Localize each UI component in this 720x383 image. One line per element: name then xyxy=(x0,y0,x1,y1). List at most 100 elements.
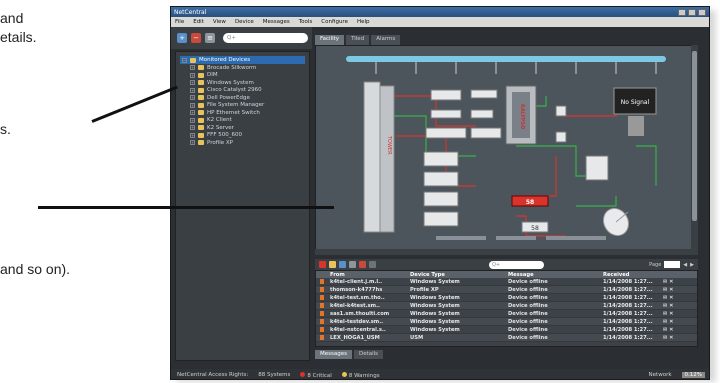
tree-item[interactable]: + DIM xyxy=(190,72,305,80)
facility-canvas[interactable]: TOWER KALYPSO No Signal 58 58 xyxy=(315,45,698,255)
row-actions[interactable]: ✉ ✕ xyxy=(663,311,697,317)
info-filter-icon[interactable] xyxy=(339,261,346,268)
column-message[interactable]: Message xyxy=(508,272,603,278)
column-device-type[interactable]: Device Type xyxy=(410,272,508,278)
row-actions[interactable]: ✉ ✕ xyxy=(663,335,697,341)
tab-alarms[interactable]: Alarms xyxy=(371,35,401,45)
kalypso-label: KALYPSO xyxy=(519,104,525,129)
tree-item[interactable]: + Profile XP xyxy=(190,139,305,147)
row-actions[interactable]: ✉ ✕ xyxy=(663,295,697,301)
minimize-icon[interactable] xyxy=(678,8,686,16)
netcentral-window: NetCentral File Edit View Device Message… xyxy=(170,6,710,380)
tree-item-label: K2 Client xyxy=(207,117,232,124)
tree-item[interactable]: + HP Ethernet Switch xyxy=(190,109,305,117)
cell-device-type: USM xyxy=(410,334,424,341)
device-search-input[interactable]: Q+ xyxy=(223,33,308,43)
folder-icon xyxy=(198,72,204,78)
row-actions[interactable]: ✉ ✕ xyxy=(663,303,697,309)
folder-icon xyxy=(198,102,204,108)
tree-item[interactable]: + Windows System xyxy=(190,79,305,87)
table-row[interactable]: k4tel-client.j.m.l.. Windows System Device… xyxy=(316,278,697,286)
cell-message: Device offline xyxy=(508,318,548,325)
prev-page-icon[interactable]: ◀ xyxy=(683,262,687,268)
warning-icon xyxy=(341,371,347,377)
menu-configure[interactable]: Configure xyxy=(321,19,348,25)
column-from[interactable]: From xyxy=(330,272,410,278)
expand-icon[interactable]: + xyxy=(190,117,195,123)
expand-icon[interactable]: + xyxy=(190,80,195,86)
remove-device-icon[interactable]: − xyxy=(191,33,201,43)
scroll-thumb[interactable] xyxy=(692,51,697,221)
row-actions[interactable]: ✉ ✕ xyxy=(663,279,697,285)
window-controls xyxy=(678,8,706,16)
warning-filter-icon[interactable] xyxy=(329,261,336,268)
warning-flag-icon xyxy=(320,295,324,300)
menu-device[interactable]: Device xyxy=(235,19,254,25)
table-row[interactable]: k4tel-nstcentral.s.. Windows System Device… xyxy=(316,326,697,334)
expand-icon[interactable]: + xyxy=(190,132,195,138)
menu-tools[interactable]: Tools xyxy=(299,19,313,25)
delete-message-icon[interactable] xyxy=(359,261,366,268)
menu-messages[interactable]: Messages xyxy=(263,19,290,25)
tree-item[interactable]: + Brocade Silkworm xyxy=(190,64,305,72)
tower-label: TOWER xyxy=(386,135,392,155)
tree-item[interactable]: + K2 Server xyxy=(190,124,305,132)
table-row[interactable]: k4tel-test.sm.tho.. Windows System Device … xyxy=(316,294,697,302)
expand-icon[interactable]: + xyxy=(190,72,195,78)
warnings-count[interactable]: 8 Warnings xyxy=(341,371,380,379)
export-icon[interactable] xyxy=(369,261,376,268)
tree-item[interactable]: + Cisco Catalyst 2960 xyxy=(190,87,305,95)
access-rights-label: NetCentral Access Rights: xyxy=(177,372,249,378)
close-icon[interactable] xyxy=(698,8,706,16)
row-actions[interactable]: ✉ ✕ xyxy=(663,327,697,333)
tree-item[interactable]: + Dell PowerEdge xyxy=(190,94,305,102)
canvas-vertical-scrollbar[interactable] xyxy=(691,45,698,249)
critical-filter-icon[interactable] xyxy=(319,261,326,268)
kalypso-switcher: KALYPSO xyxy=(505,85,537,145)
table-row[interactable]: LEX_HOGA1_USM USM Device offline 1/14/2008 … xyxy=(316,334,697,342)
folder-icon xyxy=(198,87,204,93)
collapse-icon[interactable]: − xyxy=(182,57,187,63)
tab-facility[interactable]: Facility xyxy=(315,35,345,45)
canvas-horizontal-scrollbar[interactable] xyxy=(315,249,698,255)
add-device-icon[interactable]: + xyxy=(177,33,187,43)
message-search-input[interactable]: Q+ xyxy=(489,260,544,269)
row-actions[interactable]: ✉ ✕ xyxy=(663,319,697,325)
expand-icon[interactable]: + xyxy=(190,95,195,101)
next-page-icon[interactable]: ▶ xyxy=(690,262,694,268)
expand-icon[interactable]: + xyxy=(190,87,195,93)
expand-icon[interactable]: + xyxy=(190,140,195,146)
cell-device-type: Windows System xyxy=(410,302,460,309)
table-row[interactable]: k4tel-k4test.sm.. Windows System Device of… xyxy=(316,302,697,310)
table-row[interactable]: sas1.sm.thoulti.com Windows System Device … xyxy=(316,310,697,318)
page-number-field[interactable] xyxy=(664,261,681,268)
table-row[interactable]: k4tel-testdev.sm.. Windows System Device o… xyxy=(316,318,697,326)
properties-icon[interactable]: ≡ xyxy=(205,33,215,43)
row-actions[interactable]: ✉ ✕ xyxy=(663,287,697,293)
tab-messages[interactable]: Messages xyxy=(315,350,352,359)
tree-root-monitored-devices[interactable]: − Monitored Devices xyxy=(180,56,305,64)
expand-icon[interactable]: + xyxy=(190,125,195,131)
tab-tiled[interactable]: Tiled xyxy=(346,35,370,45)
cell-device-type: Windows System xyxy=(410,310,460,317)
folder-icon xyxy=(198,117,204,123)
critical-count[interactable]: 8 Critical xyxy=(300,371,332,379)
menu-edit[interactable]: Edit xyxy=(193,19,204,25)
table-row[interactable]: thomson-k4777hs Profile XP Device offline 1… xyxy=(316,286,697,294)
tab-details[interactable]: Details xyxy=(353,350,384,359)
maximize-icon[interactable] xyxy=(688,8,696,16)
menu-file[interactable]: File xyxy=(175,19,184,25)
expand-icon[interactable]: + xyxy=(190,102,195,108)
expand-icon[interactable]: + xyxy=(190,65,195,71)
menu-view[interactable]: View xyxy=(213,19,226,25)
menu-help[interactable]: Help xyxy=(357,19,370,25)
tree-item[interactable]: + File System Manager xyxy=(190,102,305,110)
expand-icon[interactable]: + xyxy=(190,110,195,116)
tree-item[interactable]: + K2 Client xyxy=(190,117,305,125)
cell-from: k4tel-client.j.m.l.. xyxy=(330,278,383,285)
bus-drops xyxy=(375,62,657,74)
column-received[interactable]: Received xyxy=(603,272,663,278)
tree-item[interactable]: + FFF 500_600 xyxy=(190,132,305,140)
menu-bar: File Edit View Device Messages Tools Con… xyxy=(171,17,709,27)
clear-filter-icon[interactable] xyxy=(349,261,356,268)
